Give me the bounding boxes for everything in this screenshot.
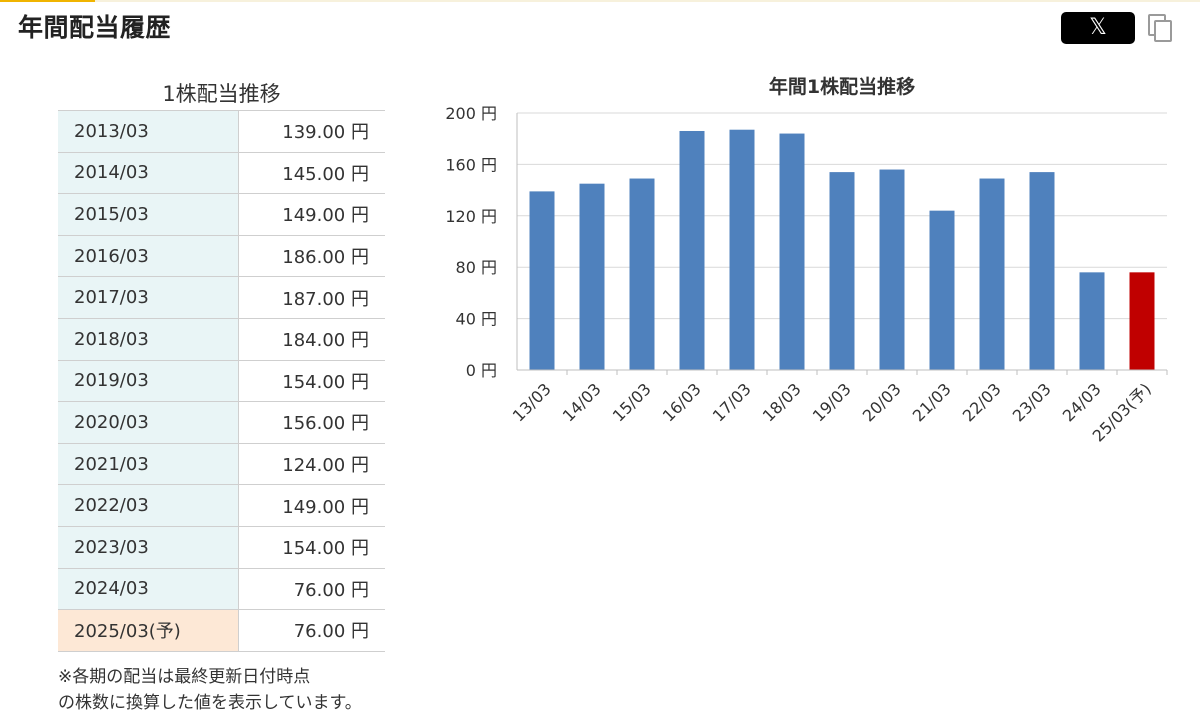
bar — [879, 169, 905, 370]
x-tick-label: 23/03 — [1009, 379, 1055, 425]
table-cell-amount: 145.00 円 — [238, 151, 385, 195]
table-cell-amount: 186.00 円 — [238, 234, 385, 278]
x-logo-icon: 𝕏 — [1089, 15, 1107, 40]
x-tick-label: 19/03 — [809, 379, 855, 425]
table-cell-period: 2023/03 — [58, 525, 239, 569]
y-tick-label: 120 円 — [445, 207, 497, 226]
table-cell-amount: 139.00 円 — [238, 110, 385, 153]
x-tick-label: 22/03 — [959, 379, 1005, 425]
table-cell-period: 2022/03 — [58, 484, 239, 527]
table-row: 2013/03 139.00 円 — [58, 110, 385, 153]
y-tick-label: 160 円 — [445, 155, 497, 174]
table-row: 2022/03 149.00 円 — [58, 484, 385, 527]
bar — [579, 183, 605, 370]
table-cell-amount: 149.00 円 — [238, 193, 385, 236]
table-cell-amount: 149.00 円 — [238, 484, 385, 527]
table-row: 2025/03(予) 76.00 円 — [58, 609, 385, 652]
table-cell-amount: 154.00 円 — [238, 525, 385, 569]
table-row: 2015/03 149.00 円 — [58, 193, 385, 236]
dividend-table-body: 2013/03 139.00 円 2014/03 145.00 円 2015/03 149… — [58, 110, 385, 652]
y-tick-label: 80 円 — [456, 258, 497, 277]
x-tick-label: 14/03 — [559, 379, 605, 425]
chart-title: 年間1株配当推移 — [769, 75, 915, 98]
top-accent-mark — [0, 0, 95, 2]
table-cell-period: 2021/03 — [58, 442, 239, 486]
table-row: 2019/03 154.00 円 — [58, 359, 385, 403]
table-cell-period: 2016/03 — [58, 234, 239, 278]
table-cell-amount: 154.00 円 — [238, 359, 385, 403]
table-note-line-2: の株数に換算した値を表示しています。 — [58, 693, 362, 713]
x-tick-label: 16/03 — [659, 379, 705, 425]
table-cell-period: 2025/03(予) — [58, 609, 239, 652]
table-cell-amount: 76.00 円 — [238, 609, 385, 652]
table-cell-period: 2017/03 — [58, 276, 239, 319]
table-note-line-1: ※各期の配当は最終更新日付時点 — [58, 667, 311, 687]
x-tick-label: 24/03 — [1059, 379, 1105, 425]
copy-icon — [1148, 14, 1172, 42]
table-row: 2017/03 187.00 円 — [58, 276, 385, 319]
table-row: 2024/03 76.00 円 — [58, 567, 385, 611]
bar — [829, 172, 855, 370]
bar — [729, 129, 755, 370]
bar — [529, 191, 555, 370]
table-cell-amount: 184.00 円 — [238, 317, 385, 361]
table-row: 2020/03 156.00 円 — [58, 401, 385, 444]
y-tick-label: 200 円 — [445, 104, 497, 123]
bar — [1029, 172, 1055, 370]
bar — [679, 130, 705, 370]
top-accent-bar — [0, 0, 1200, 2]
x-tick-label: 20/03 — [859, 379, 905, 425]
x-tick-label: 15/03 — [609, 379, 655, 425]
table-cell-amount: 187.00 円 — [238, 276, 385, 319]
table-note: ※各期の配当は最終更新日付時点 の株数に換算した値を表示しています。 — [58, 664, 362, 716]
x-tick-label: 21/03 — [909, 379, 955, 425]
copy-button[interactable] — [1146, 12, 1176, 44]
bar — [929, 210, 955, 370]
bar — [629, 178, 655, 370]
y-tick-label: 40 円 — [456, 310, 497, 329]
table-cell-period: 2018/03 — [58, 317, 239, 361]
dividend-bar-chart: 年間1株配当推移0 円40 円80 円120 円160 円200 円13/03 1… — [445, 75, 1168, 446]
bar — [1129, 272, 1155, 370]
table-cell-period: 2015/03 — [58, 193, 239, 236]
table-cell-period: 2020/03 — [58, 401, 239, 444]
table-cell-period: 2013/03 — [58, 110, 239, 153]
x-tick-label: 13/03 — [509, 379, 555, 425]
section-title: 年間配当履歴 — [18, 13, 172, 42]
x-share-button[interactable]: 𝕏 — [1061, 12, 1135, 44]
table-cell-amount: 124.00 円 — [238, 442, 385, 486]
x-tick-label: 18/03 — [759, 379, 805, 425]
bar — [779, 133, 805, 370]
table-cell-amount: 76.00 円 — [238, 567, 385, 611]
table-row: 2016/03 186.00 円 — [58, 234, 385, 278]
table-row: 2023/03 154.00 円 — [58, 525, 385, 569]
bar — [979, 178, 1005, 370]
table-row: 2014/03 145.00 円 — [58, 151, 385, 195]
table-cell-period: 2019/03 — [58, 359, 239, 403]
table-row: 2021/03 124.00 円 — [58, 442, 385, 486]
dividend-table: 2013/03 139.00 円 2014/03 145.00 円 2015/03 149… — [58, 110, 385, 652]
table-cell-period: 2014/03 — [58, 151, 239, 195]
x-tick-label: 17/03 — [709, 379, 755, 425]
table-cell-amount: 156.00 円 — [238, 401, 385, 444]
bar — [1079, 272, 1105, 370]
table-title: 1株配当推移 — [162, 82, 281, 106]
y-tick-label: 0 円 — [466, 361, 497, 380]
table-row: 2018/03 184.00 円 — [58, 317, 385, 361]
table-cell-period: 2024/03 — [58, 567, 239, 611]
